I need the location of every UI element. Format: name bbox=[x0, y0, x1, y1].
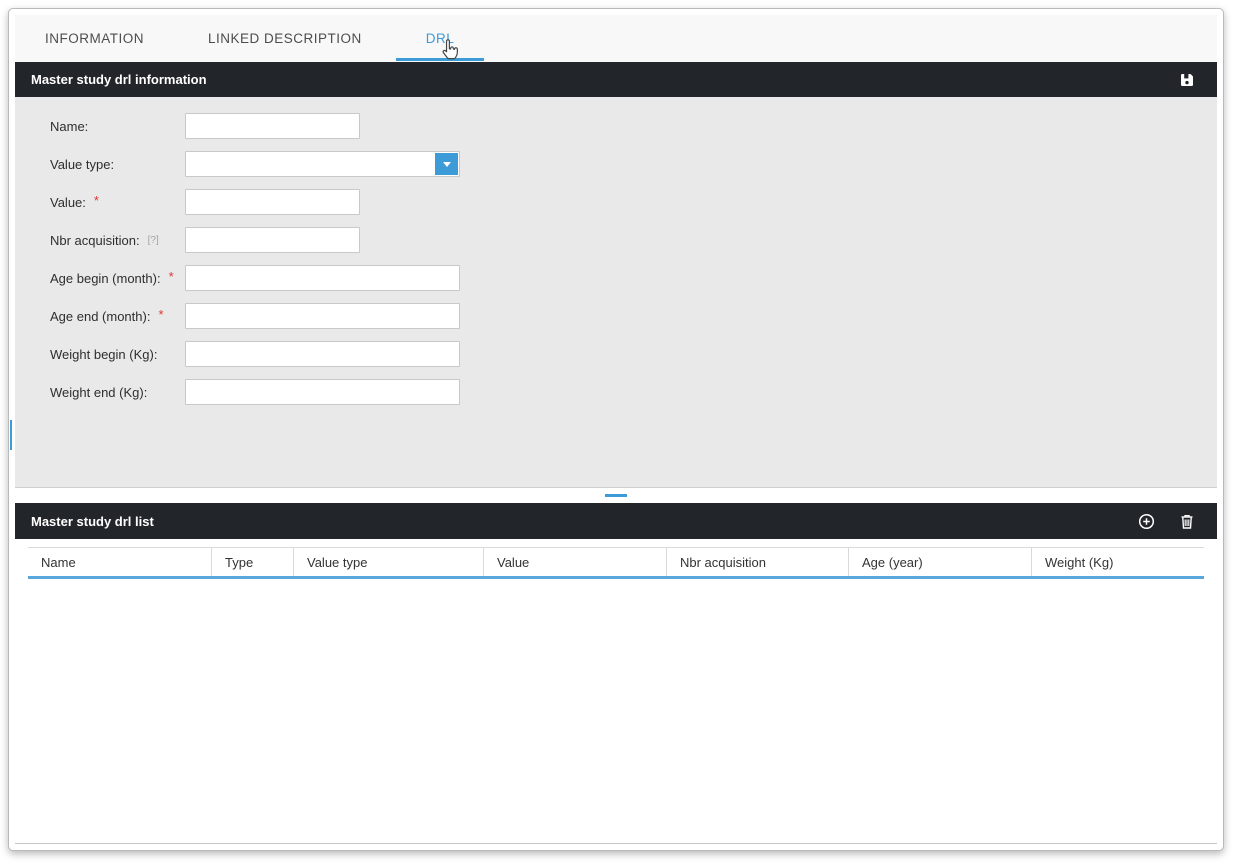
horizontal-splitter[interactable] bbox=[15, 488, 1217, 503]
add-button[interactable] bbox=[1138, 513, 1155, 530]
tab-information[interactable]: INFORMATION bbox=[15, 15, 174, 62]
required-asterisk: * bbox=[169, 269, 174, 284]
field-label: Value type: bbox=[50, 157, 114, 172]
trash-icon bbox=[1179, 513, 1195, 530]
field-label-group: Weight end (Kg): bbox=[50, 385, 185, 400]
table-body bbox=[28, 579, 1204, 843]
field-label-group: Nbr acquisition: [?] bbox=[50, 233, 185, 248]
name-input[interactable] bbox=[185, 113, 360, 139]
value-input[interactable] bbox=[185, 189, 360, 215]
window-content: INFORMATION LINKED DESCRIPTION DRL Master … bbox=[15, 15, 1217, 844]
tab-label: LINKED DESCRIPTION bbox=[208, 31, 362, 46]
tab-label: INFORMATION bbox=[45, 31, 144, 46]
column-header-label: Type bbox=[225, 555, 253, 570]
column-header-value[interactable]: Value bbox=[483, 548, 666, 576]
form-row-value: Value: * bbox=[50, 189, 1217, 215]
delete-button[interactable] bbox=[1179, 513, 1195, 530]
nbr-acquisition-input[interactable] bbox=[185, 227, 360, 253]
floppy-disk-icon bbox=[1179, 72, 1195, 88]
column-header-age-year[interactable]: Age (year) bbox=[848, 548, 1031, 576]
circle-plus-icon bbox=[1138, 513, 1155, 530]
info-panel-title: Master study drl information bbox=[31, 72, 207, 87]
tab-drl[interactable]: DRL bbox=[396, 15, 485, 62]
column-header-weight-kg[interactable]: Weight (Kg) bbox=[1031, 548, 1204, 576]
required-asterisk: * bbox=[94, 193, 99, 208]
column-header-nbr-acquisition[interactable]: Nbr acquisition bbox=[666, 548, 848, 576]
column-header-label: Name bbox=[41, 555, 76, 570]
column-header-label: Value bbox=[497, 555, 529, 570]
field-label: Value: bbox=[50, 195, 86, 210]
tab-linked-description[interactable]: LINKED DESCRIPTION bbox=[178, 15, 392, 62]
form-row-age-end-month: Age end (month): * bbox=[50, 303, 1217, 329]
drl-list-table: Name Type Value type Value Nbr acquisition Ag… bbox=[15, 539, 1217, 844]
table-header-row: Name Type Value type Value Nbr acquisition Ag… bbox=[28, 547, 1204, 579]
column-header-value-type[interactable]: Value type bbox=[293, 548, 483, 576]
required-asterisk: * bbox=[158, 307, 163, 322]
value-type-select[interactable] bbox=[185, 151, 460, 177]
column-header-label: Value type bbox=[307, 555, 367, 570]
field-label-group: Age begin (month): * bbox=[50, 271, 185, 286]
splitter-handle-icon bbox=[605, 494, 627, 497]
field-label-group: Name: bbox=[50, 119, 185, 134]
vertical-splitter[interactable] bbox=[10, 420, 12, 450]
info-panel-header: Master study drl information bbox=[15, 62, 1217, 97]
form-row-weight-end-kg: Weight end (Kg): bbox=[50, 379, 1217, 405]
form-row-nbr-acquisition: Nbr acquisition: [?] bbox=[50, 227, 1217, 253]
chevron-down-icon bbox=[443, 162, 451, 167]
form-row-name: Name: bbox=[50, 113, 1217, 139]
field-label-group: Weight begin (Kg): bbox=[50, 347, 185, 362]
field-label: Nbr acquisition: bbox=[50, 233, 140, 248]
field-label: Name: bbox=[50, 119, 88, 134]
weight-begin-kg-input[interactable] bbox=[185, 341, 460, 367]
weight-end-kg-input[interactable] bbox=[185, 379, 460, 405]
dropdown-button[interactable] bbox=[435, 153, 458, 175]
form-row-value-type: Value type: bbox=[50, 151, 1217, 177]
column-header-type[interactable]: Type bbox=[211, 548, 293, 576]
list-panel-header: Master study drl list bbox=[15, 503, 1217, 539]
drl-form: Name: Value type: Value: * Nbr acquisition: [… bbox=[15, 97, 1217, 488]
field-label: Age begin (month): bbox=[50, 271, 161, 286]
list-panel-title: Master study drl list bbox=[31, 514, 154, 529]
field-label-group: Age end (month): * bbox=[50, 309, 185, 324]
age-end-month-input[interactable] bbox=[185, 303, 460, 329]
tab-bar: INFORMATION LINKED DESCRIPTION DRL bbox=[15, 15, 1217, 62]
form-row-weight-begin-kg: Weight begin (Kg): bbox=[50, 341, 1217, 367]
field-label: Weight begin (Kg): bbox=[50, 347, 157, 362]
column-header-name[interactable]: Name bbox=[28, 548, 211, 576]
field-label: Weight end (Kg): bbox=[50, 385, 147, 400]
app-window: INFORMATION LINKED DESCRIPTION DRL Master … bbox=[8, 8, 1224, 851]
field-label-group: Value: * bbox=[50, 195, 185, 210]
form-row-age-begin-month: Age begin (month): * bbox=[50, 265, 1217, 291]
age-begin-month-input[interactable] bbox=[185, 265, 460, 291]
column-header-label: Nbr acquisition bbox=[680, 555, 766, 570]
column-header-label: Weight (Kg) bbox=[1045, 555, 1113, 570]
save-button[interactable] bbox=[1179, 72, 1195, 88]
help-hint-icon: [?] bbox=[148, 235, 159, 246]
field-label-group: Value type: bbox=[50, 157, 185, 172]
column-header-label: Age (year) bbox=[862, 555, 923, 570]
field-label: Age end (month): bbox=[50, 309, 150, 324]
tab-label: DRL bbox=[426, 31, 455, 46]
